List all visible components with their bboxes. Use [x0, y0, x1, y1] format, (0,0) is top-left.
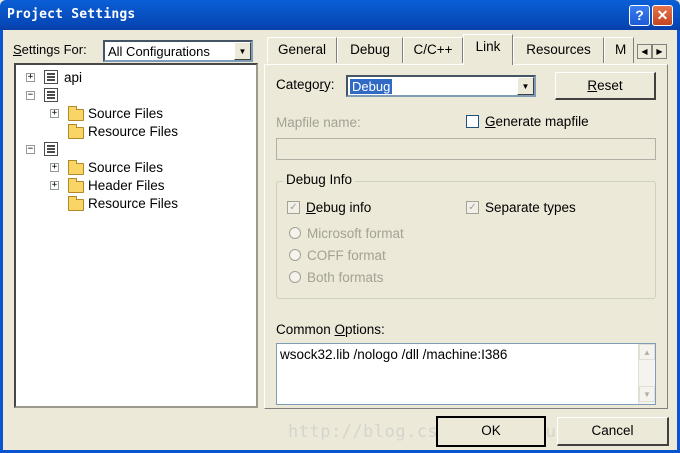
common-options-textarea[interactable]: wsock32.lib /nologo /dll /machine:I386 ▲… [276, 343, 656, 405]
expand-icon[interactable]: + [50, 181, 59, 190]
project-icon [44, 70, 58, 84]
coff-format-radio[interactable] [289, 249, 301, 261]
both-formats-radio[interactable] [289, 271, 301, 283]
tree-item-label: Source Files [88, 160, 164, 175]
folder-icon [68, 178, 84, 193]
chevron-down-icon[interactable]: ▼ [234, 42, 251, 60]
debug-info-label: Debug info [306, 200, 372, 215]
ok-button[interactable]: OK [436, 416, 546, 447]
separate-types-label: Separate types [485, 200, 576, 215]
vertical-scrollbar[interactable]: ▲ ▼ [638, 344, 655, 404]
scroll-up-icon[interactable]: ▲ [639, 344, 655, 360]
tab-debug[interactable]: Debug [337, 37, 403, 63]
expand-icon[interactable]: + [50, 163, 59, 172]
title-bar: Project Settings ? ✕ [0, 0, 680, 30]
generate-mapfile-label: Generate mapfile [485, 114, 589, 129]
microsoft-format-radio[interactable] [289, 227, 301, 239]
tab-scroll-left-icon[interactable]: ◀ [637, 44, 652, 59]
tree-item-label: Resource Files [88, 124, 179, 139]
tab-resources[interactable]: Resources [513, 37, 604, 63]
folder-icon [68, 106, 84, 121]
configuration-value: All Configurations [108, 44, 210, 59]
close-button[interactable]: ✕ [652, 5, 673, 26]
window-title: Project Settings [7, 7, 136, 22]
expand-icon[interactable]: + [26, 73, 35, 82]
both-formats-label: Both formats [307, 270, 384, 285]
category-label: Category: [276, 77, 335, 92]
configuration-select[interactable]: All Configurations ▼ [103, 40, 253, 62]
help-button[interactable]: ? [629, 5, 650, 26]
collapse-icon[interactable]: − [26, 91, 35, 100]
mapfile-name-label: Mapfile name: [276, 115, 361, 130]
mapfile-name-input [276, 138, 656, 160]
coff-format-label: COFF format [307, 248, 386, 263]
tree-item-label: api [64, 70, 83, 85]
tree-item-label: Resource Files [88, 196, 179, 211]
settings-for-label-rest: ettings For: [21, 42, 87, 57]
microsoft-format-label: Microsoft format [307, 226, 404, 241]
common-options-label: Common Options: [276, 322, 385, 337]
collapse-icon[interactable]: − [26, 145, 35, 154]
folder-icon [68, 124, 84, 139]
separate-types-checkbox[interactable]: ✓ [466, 201, 479, 214]
project-tree[interactable]: + api − + Source Files Resource Files − … [14, 63, 258, 408]
expand-icon[interactable]: + [50, 109, 59, 118]
close-icon: ✕ [656, 7, 669, 23]
project-icon [44, 88, 58, 102]
category-select[interactable]: Debug ▼ [346, 75, 536, 97]
tab-link[interactable]: Link [463, 34, 513, 65]
settings-for-label: Settings For: [13, 42, 87, 57]
debug-info-checkbox[interactable]: ✓ [287, 201, 300, 214]
folder-icon [68, 196, 84, 211]
tab-general[interactable]: General [267, 37, 337, 63]
category-value: Debug [350, 79, 393, 94]
tree-item-label: Header Files [88, 178, 165, 193]
project-icon [44, 142, 58, 156]
help-icon: ? [635, 7, 644, 23]
tab-scroll-right-icon[interactable]: ▶ [652, 44, 667, 59]
tab-more[interactable]: M [604, 37, 634, 63]
tab-cpp[interactable]: C/C++ [403, 37, 463, 63]
debug-info-group-title: Debug Info [283, 172, 356, 187]
chevron-down-icon[interactable]: ▼ [517, 77, 534, 95]
reset-button[interactable]: Reset [555, 72, 656, 100]
common-options-value: wsock32.lib /nologo /dll /machine:I386 [280, 347, 508, 362]
cancel-button[interactable]: Cancel [557, 417, 669, 446]
generate-mapfile-checkbox[interactable] [466, 115, 479, 128]
folder-icon [68, 160, 84, 175]
tree-item-label: Source Files [88, 106, 164, 121]
scroll-down-icon[interactable]: ▼ [639, 386, 655, 402]
